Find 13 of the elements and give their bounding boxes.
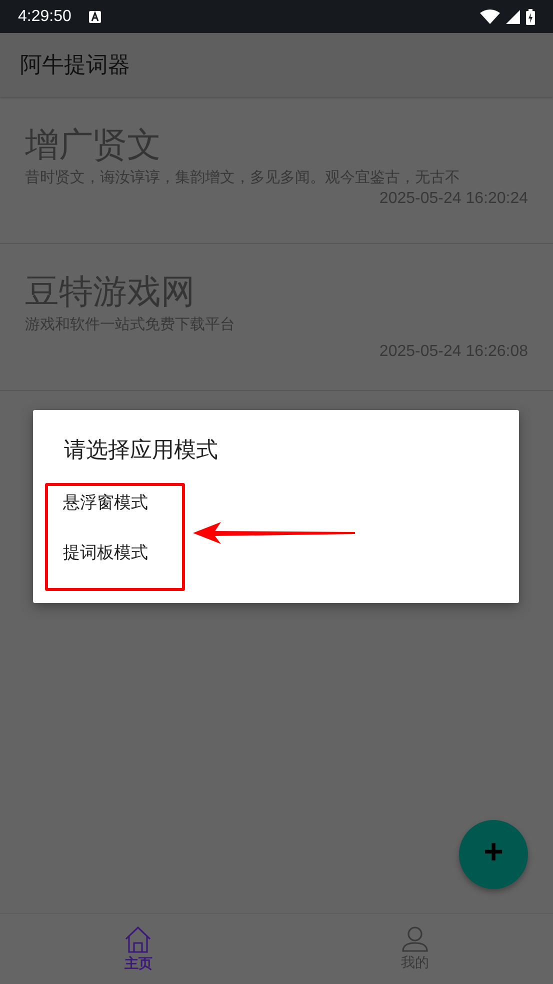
- status-time: 4:29:50: [18, 8, 72, 26]
- nav-tab[interactable]: 主页: [0, 914, 276, 984]
- mode-option[interactable]: 悬浮窗模式: [63, 491, 148, 515]
- add-button[interactable]: +: [459, 820, 528, 889]
- dialog-title: 请选择应用模式: [64, 437, 218, 465]
- app-title: 阿牛提词器: [20, 52, 130, 80]
- mode-option[interactable]: 提词板模式: [63, 541, 148, 565]
- signal-icon: [506, 10, 520, 24]
- profile-icon: [402, 926, 428, 952]
- notification-icon: [89, 10, 102, 22]
- home-icon: [124, 926, 152, 952]
- battery-icon: [526, 8, 535, 24]
- wifi-icon: [480, 9, 500, 24]
